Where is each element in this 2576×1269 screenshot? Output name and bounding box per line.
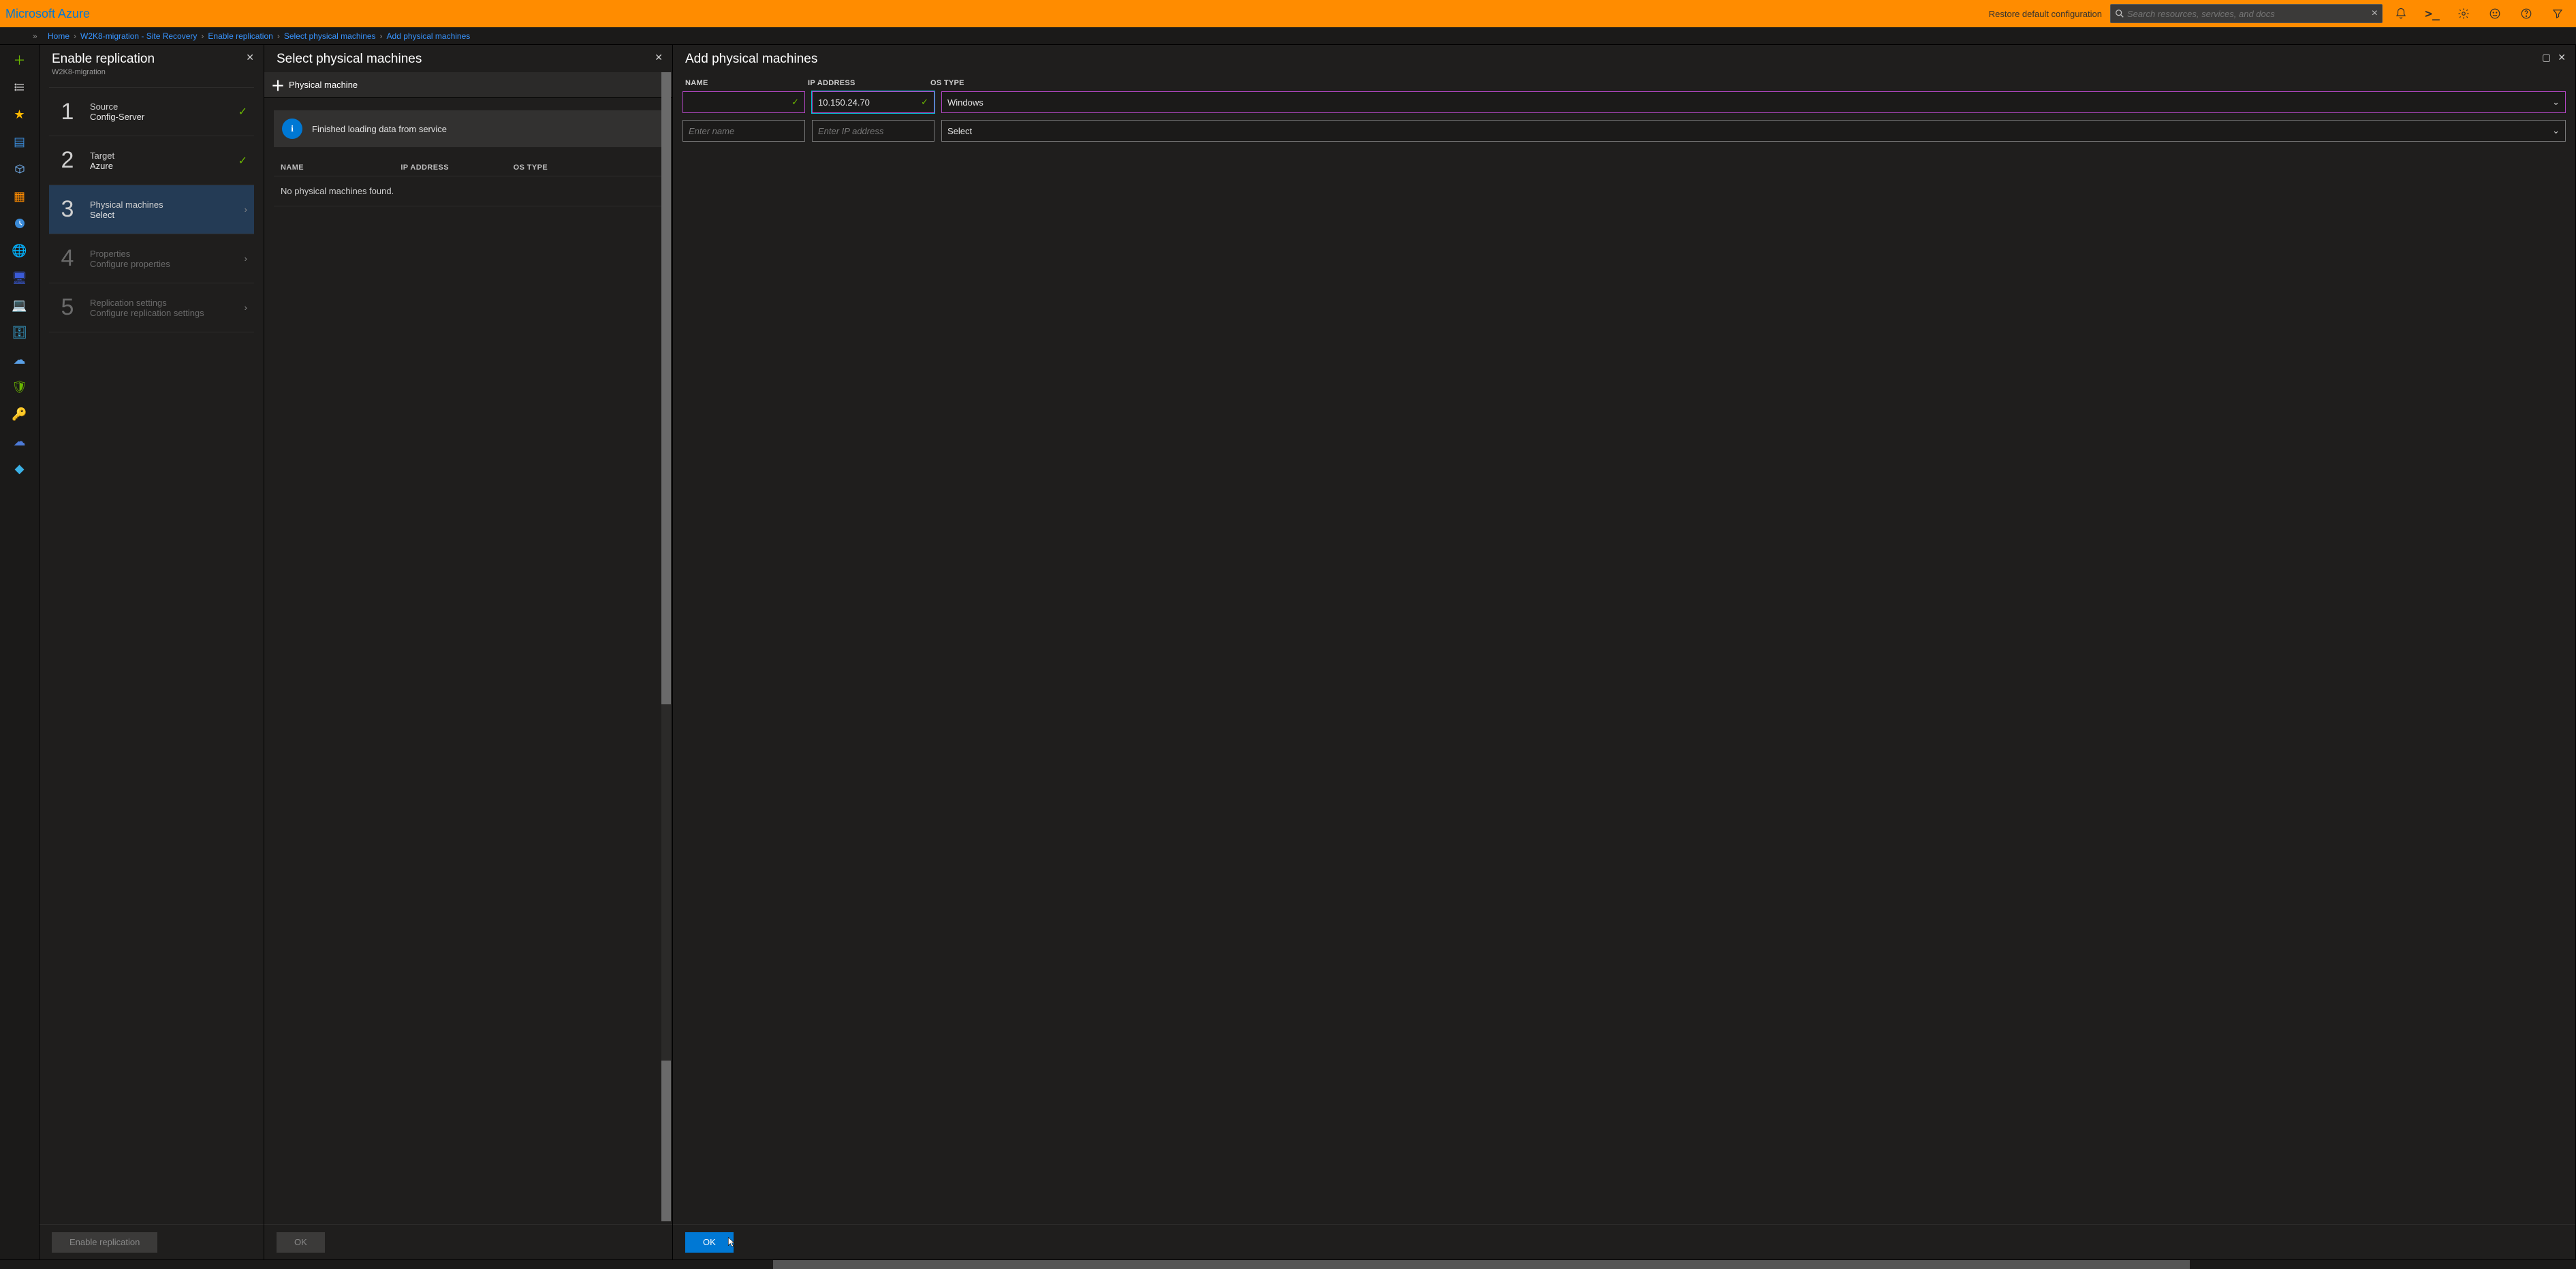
top-bar: Microsoft Azure Restore default configur… [0,0,2576,27]
info-icon: i [282,119,302,139]
ok-button[interactable]: OK [685,1232,734,1253]
nav-cloud2-icon[interactable]: ☁ [6,429,33,454]
os-type-select[interactable]: Select⌄ [941,120,2566,142]
breadcrumb-item[interactable]: W2K8-migration - Site Recovery [80,31,197,41]
os-type-select[interactable]: Windows⌄ [941,91,2566,113]
step-source[interactable]: 1 SourceConfig-Server ✓ [49,87,254,136]
restore-default-link[interactable]: Restore default configuration [1989,9,2102,19]
nav-dashboards-icon[interactable]: ▤ [6,129,33,154]
nav-list-icon[interactable] [6,75,33,99]
blade-add-physical-machines: Add physical machines ▢ ✕ NAME IP ADDRES… [673,45,2576,1259]
form-header: NAME IP ADDRESS OS TYPE [682,72,2566,91]
nav-monitor-icon[interactable]: 🖥 [6,266,33,290]
check-icon: ✓ [238,105,247,119]
table-empty-message: No physical machines found. [274,176,663,206]
help-icon[interactable] [2513,0,2539,27]
breadcrumb-item[interactable]: Add physical machines [387,31,471,41]
step-properties[interactable]: 4 PropertiesConfigure properties › [49,234,254,283]
nav-new-icon[interactable]: ＋ [6,48,33,72]
step-physical-machines[interactable]: 3 Physical machinesSelect › [49,185,254,234]
name-input[interactable]: Enter name [682,120,805,142]
chevron-right-icon: › [245,253,247,264]
breadcrumb-item[interactable]: Enable replication [208,31,272,41]
clear-search-icon[interactable]: × [2372,7,2378,20]
breadcrumb-item[interactable]: Select physical machines [284,31,376,41]
ip-address-input[interactable]: 10.150.24.70✓ [812,91,934,113]
nav-vm-icon[interactable]: 💻 [6,293,33,317]
blade-title: Add physical machines [685,52,817,67]
global-search[interactable]: × [2110,4,2383,23]
plus-icon: ＋ [271,75,285,95]
filter-icon[interactable] [2545,0,2571,27]
search-input[interactable] [2127,9,2372,19]
expand-nav-icon[interactable]: » [33,31,37,41]
blade-title: Enable replication [52,52,155,67]
step-replication-settings[interactable]: 5 Replication settingsConfigure replicat… [49,283,254,332]
nav-grid-icon[interactable]: ▦ [6,184,33,208]
name-input[interactable]: ✓ [682,91,805,113]
nav-favorites-icon[interactable]: ★ [6,102,33,127]
ok-button[interactable]: OK [277,1232,325,1253]
chevron-right-icon: › [245,204,247,215]
search-icon [2115,9,2124,18]
chevron-down-icon: ⌄ [2552,125,2560,136]
blade-enable-replication: Enable replication W2K8-migration ✕ 1 So… [40,45,264,1259]
breadcrumb: » Home› W2K8-migration - Site Recovery› … [0,27,2576,45]
chevron-down-icon: ⌄ [2552,97,2560,108]
notifications-icon[interactable] [2388,0,2414,27]
nav-clock-icon[interactable] [6,211,33,236]
check-icon: ✓ [238,154,247,168]
chevron-right-icon: › [245,302,247,313]
add-physical-machine-button[interactable]: ＋ Physical machine [264,72,672,98]
settings-gear-icon[interactable] [2451,0,2477,27]
check-icon: ✓ [791,97,799,108]
enable-replication-button[interactable]: Enable replication [52,1232,157,1253]
close-icon[interactable]: ✕ [655,52,663,63]
step-target[interactable]: 2 TargetAzure ✓ [49,136,254,185]
blade-subtitle: W2K8-migration [52,68,155,76]
nav-key-icon[interactable]: 🔑 [6,402,33,426]
cloud-shell-icon[interactable]: >_ [2419,0,2445,27]
nav-cloud-icon[interactable]: ☁ [6,347,33,372]
info-banner: i Finished loading data from service [274,110,663,147]
close-icon[interactable]: ✕ [246,52,254,63]
blade-select-physical-machines: Select physical machines ✕ ＋ Physical ma… [264,45,673,1259]
horizontal-scrollbar[interactable] [0,1259,2576,1269]
breadcrumb-item[interactable]: Home [48,31,69,41]
table-header: NAME IP ADDRESS OS TYPE [274,159,663,176]
nav-cube-icon[interactable] [6,157,33,181]
blade-title: Select physical machines [277,52,422,67]
scrollbar[interactable] [661,72,671,1221]
feedback-smile-icon[interactable] [2482,0,2508,27]
ip-address-input[interactable]: Enter IP address [812,120,934,142]
check-icon: ✓ [921,97,928,108]
nav-diamond-icon[interactable]: ◆ [6,456,33,481]
close-icon[interactable]: ✕ [2558,52,2566,63]
info-text: Finished loading data from service [312,124,447,134]
maximize-icon[interactable]: ▢ [2542,52,2551,63]
nav-globe-icon[interactable]: 🌐 [6,238,33,263]
left-nav: ＋ ★ ▤ ▦ 🌐 🖥 💻 🗄 ☁ 🛡 🔑 ☁ ◆ [0,45,40,1259]
nav-shield-icon[interactable]: 🛡 [6,375,33,399]
nav-database-icon[interactable]: 🗄 [6,320,33,345]
brand-label: Microsoft Azure [5,7,90,21]
